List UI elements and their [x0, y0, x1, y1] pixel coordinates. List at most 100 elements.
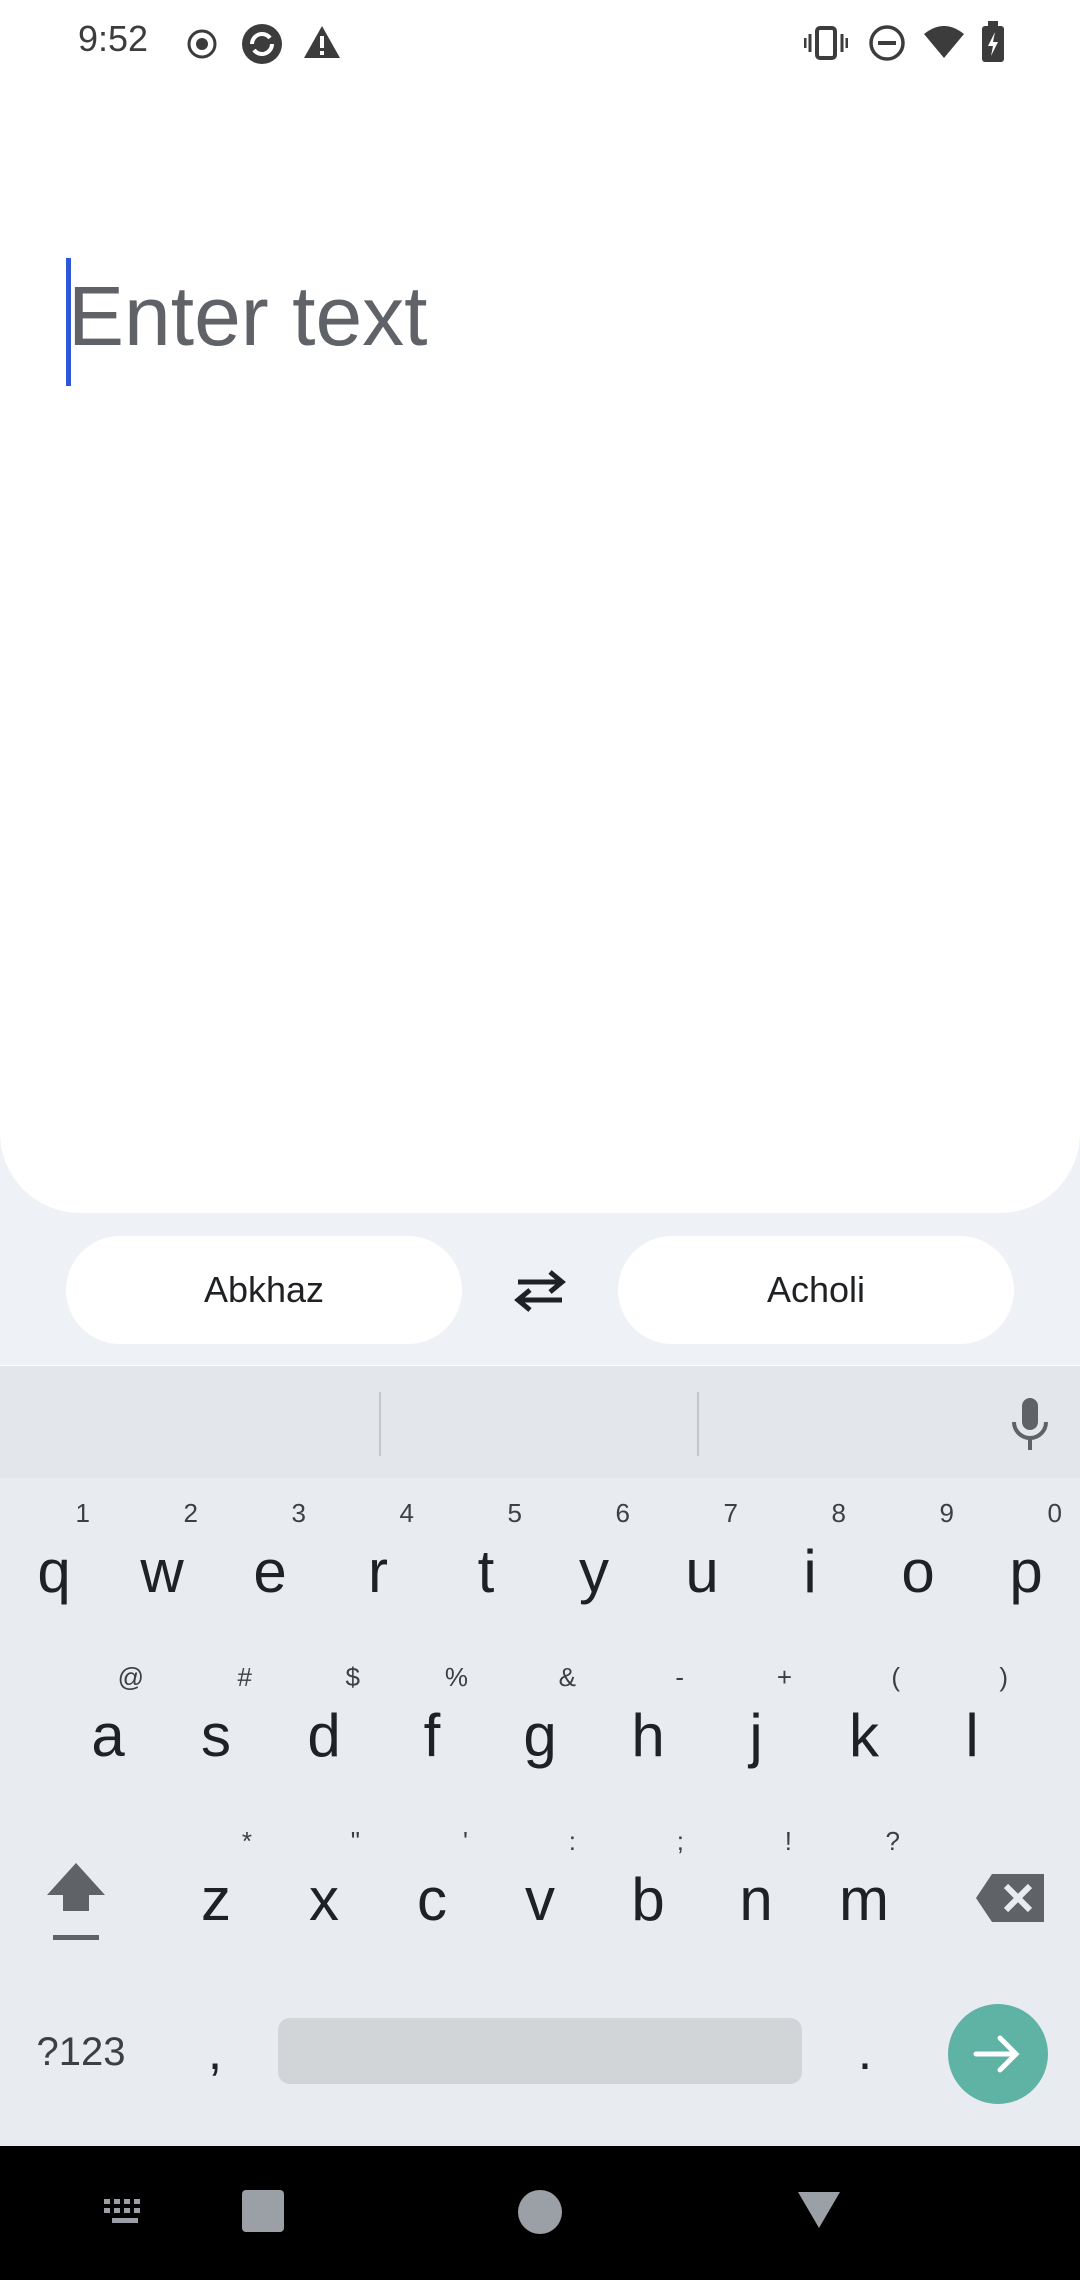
key-hint: +: [776, 1662, 792, 1692]
source-text-input[interactable]: [68, 268, 1028, 365]
key-e[interactable]: 3e: [216, 1490, 324, 1640]
recents-button[interactable]: [242, 2190, 284, 2232]
key-label: a: [91, 1702, 125, 1769]
key-label: z: [201, 1866, 231, 1933]
key-t[interactable]: 5t: [432, 1490, 540, 1640]
space-bar[interactable]: [278, 2018, 802, 2084]
symbols-key[interactable]: ?123: [26, 2022, 136, 2082]
home-button[interactable]: [518, 2190, 562, 2234]
key-hint: 5: [507, 1498, 522, 1528]
backspace-key[interactable]: [956, 1848, 1066, 1948]
key-m[interactable]: ? m: [810, 1818, 918, 1968]
key-v[interactable]: :v: [486, 1818, 594, 1968]
key-label: b: [631, 1866, 665, 1933]
keyboard-icon: [104, 2199, 140, 2223]
key-label: r: [368, 1538, 388, 1605]
key-l[interactable]: ) l: [918, 1654, 1026, 1804]
status-time: 9:52: [78, 18, 149, 59]
key-label: u: [685, 1538, 719, 1605]
key-q[interactable]: 1q: [0, 1490, 108, 1640]
key-p[interactable]: 0p: [972, 1490, 1080, 1640]
key-label: t: [477, 1538, 495, 1605]
period-key-label: .: [857, 2023, 873, 2081]
key-b[interactable]: ; b: [594, 1818, 702, 1968]
target-language-button[interactable]: Acholi: [618, 1236, 1014, 1344]
key-hint: &: [558, 1662, 576, 1692]
battery-icon: [982, 21, 1004, 62]
key-h[interactable]: -h: [594, 1654, 702, 1804]
key-i[interactable]: 8i: [756, 1490, 864, 1640]
key-g[interactable]: & g: [486, 1654, 594, 1804]
key-c[interactable]: ' c: [378, 1818, 486, 1968]
key-hint: @: [117, 1662, 144, 1692]
suggestion-divider: [697, 1392, 699, 1456]
wifi-icon: [924, 26, 964, 58]
key-o[interactable]: 9o: [864, 1490, 972, 1640]
key-hint: *: [241, 1826, 252, 1856]
swap-icon: [514, 1270, 566, 1312]
key-hint: 3: [291, 1498, 306, 1528]
key-label: w: [140, 1538, 184, 1605]
key-a[interactable]: @ a: [54, 1654, 162, 1804]
key-label: g: [523, 1702, 557, 1769]
key-label: p: [1009, 1538, 1043, 1605]
key-z[interactable]: * z: [162, 1818, 270, 1968]
key-hint: 6: [615, 1498, 630, 1528]
key-hint: 1: [75, 1498, 90, 1528]
key-hint: 0: [1047, 1498, 1062, 1528]
comma-key[interactable]: ,: [180, 2012, 250, 2092]
key-hint: 2: [183, 1498, 198, 1528]
key-n[interactable]: ! n: [702, 1818, 810, 1968]
backspace-icon: [976, 1874, 1044, 1922]
suggestion-strip: [0, 1366, 1080, 1478]
navigation-bar: [0, 2146, 1080, 2280]
key-label: i: [803, 1538, 817, 1605]
key-label: x: [309, 1866, 339, 1933]
key-d[interactable]: $ d: [270, 1654, 378, 1804]
key-hint: 7: [723, 1498, 738, 1528]
swap-languages-button[interactable]: [500, 1250, 580, 1330]
shift-icon: [47, 1863, 105, 1940]
key-hint: (: [891, 1662, 900, 1692]
shift-key[interactable]: [24, 1840, 128, 1960]
key-w[interactable]: 2w: [108, 1490, 216, 1640]
key-k[interactable]: (k: [810, 1654, 918, 1804]
key-hint: ?: [885, 1826, 900, 1856]
key-hint: $: [345, 1662, 360, 1692]
source-language-label: Abkhaz: [203, 1269, 325, 1310]
key-u[interactable]: 7u: [648, 1490, 756, 1640]
key-y[interactable]: 6y: [540, 1490, 648, 1640]
suggestion-divider: [379, 1392, 381, 1456]
key-label: y: [579, 1538, 609, 1605]
key-x[interactable]: " x: [270, 1818, 378, 1968]
key-label: n: [739, 1866, 773, 1933]
key-label: v: [525, 1866, 555, 1933]
key-j[interactable]: + j: [702, 1654, 810, 1804]
enter-key[interactable]: [948, 2004, 1048, 2104]
microphone-icon: [1012, 1398, 1048, 1450]
keyboard-switch-button[interactable]: [90, 2176, 160, 2246]
do-not-disturb-icon: [869, 25, 905, 61]
key-hint: :: [568, 1826, 576, 1856]
symbols-key-label: ?123: [36, 2029, 126, 2074]
key-label: l: [965, 1702, 979, 1769]
arrow-forward-icon: [973, 2035, 1020, 2073]
key-hint: %: [444, 1662, 468, 1692]
comma-key-label: ,: [207, 2023, 223, 2081]
key-s[interactable]: # s: [162, 1654, 270, 1804]
source-language-button[interactable]: Abkhaz: [66, 1236, 462, 1344]
input-card: [0, 88, 1080, 1213]
vibrate-icon: [804, 26, 848, 60]
key-f[interactable]: % f: [378, 1654, 486, 1804]
key-label: m: [839, 1866, 889, 1933]
back-nav-button[interactable]: [796, 2190, 842, 2230]
key-r[interactable]: 4r: [324, 1490, 432, 1640]
voice-input-button[interactable]: [994, 1388, 1066, 1460]
period-key[interactable]: .: [830, 2012, 900, 2092]
sync-app-icon: [242, 24, 282, 64]
key-label: q: [37, 1538, 71, 1605]
key-hint: 8: [831, 1498, 846, 1528]
key-hint: ": [350, 1826, 360, 1856]
key-hint: ): [999, 1662, 1008, 1692]
key-hint: ': [463, 1826, 468, 1856]
